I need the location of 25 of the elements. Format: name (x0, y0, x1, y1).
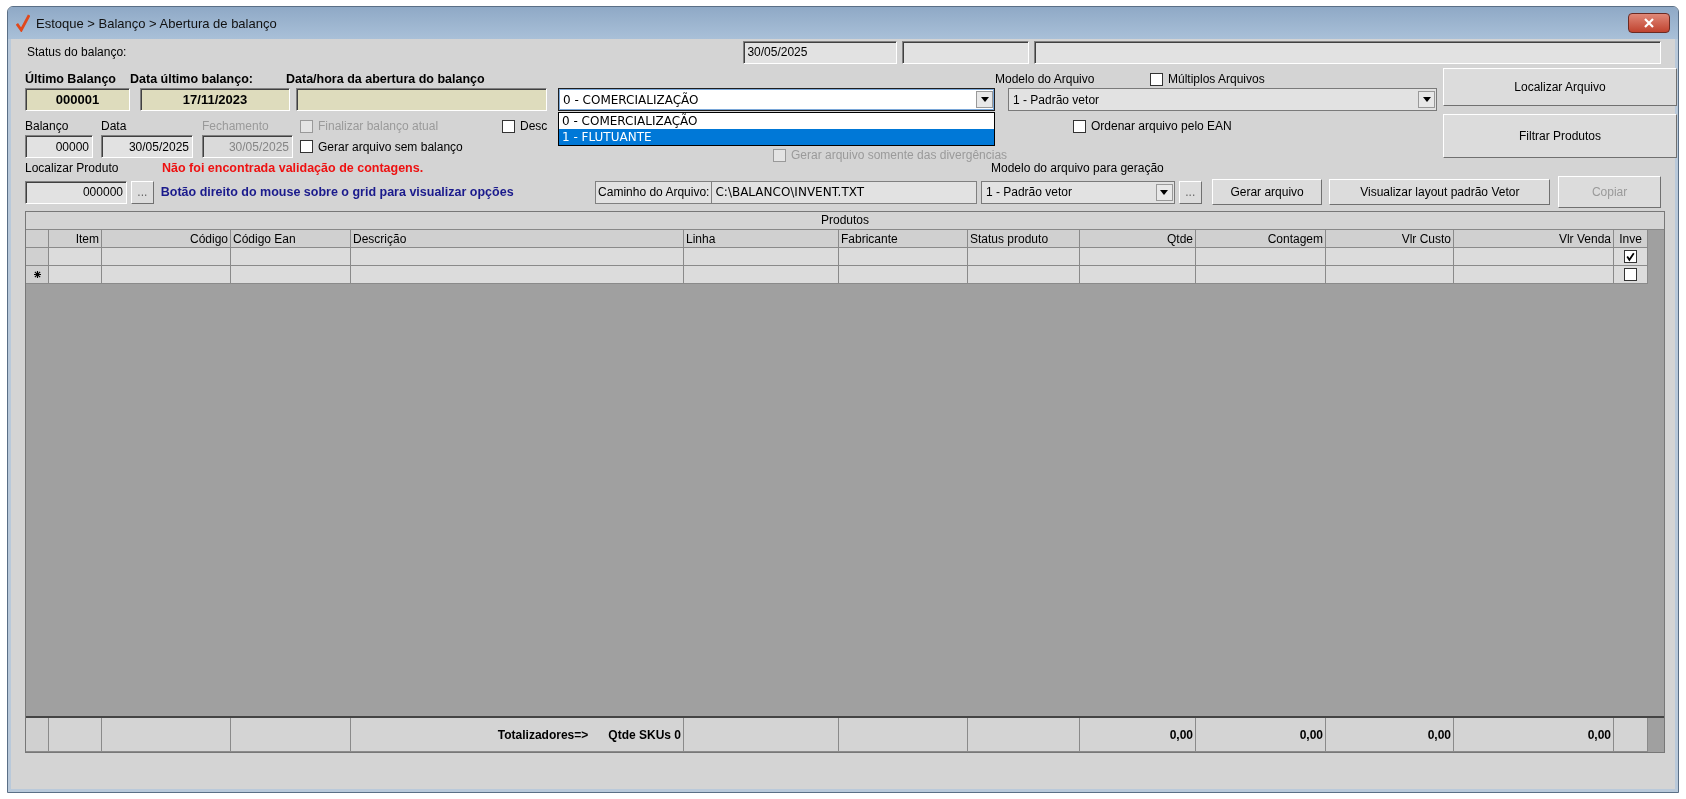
totals-label: Totalizadores=> (497, 727, 589, 742)
field-label: Data último balanço: (130, 72, 254, 86)
field-label: Modelo do arquivo para geração (991, 160, 1164, 175)
sku-count: Qtde SKUs 0 (608, 727, 681, 742)
file-path-value: C:\BALANCO\INVENT.TXT (714, 185, 865, 199)
field-label: Data (101, 119, 128, 133)
status-label: Status do balanço: (26, 45, 128, 59)
validation-message: Não foi encontrada validação de contagens. (162, 160, 425, 175)
field-label: Data/hora da abertura do balanço (286, 72, 486, 86)
total-cell: 0,00 (1196, 718, 1326, 752)
field-label: Caminho do Arquivo: (596, 181, 713, 203)
grid-title: Produtos (26, 212, 1664, 230)
total-cell: 0,00 (1454, 718, 1614, 752)
window-title: Estoque > Balanço > Abertura de balanço (36, 15, 277, 31)
field-label: Localizar Produto (25, 160, 120, 175)
field-label: Último Balanço (25, 72, 117, 86)
field-label: Modelo do Arquivo (995, 72, 1096, 86)
field-label: Fechamento (202, 119, 270, 133)
field-label: Balanço (25, 119, 70, 133)
total-cell: 0,00 (1326, 718, 1454, 752)
status-date-field: 30/05/2025 (743, 40, 897, 64)
total-cell: 0,00 (1080, 718, 1196, 752)
hint-message: Botão direito do mouse sobre o grid para visualizar opções (160, 185, 515, 199)
last-balance-date-field: 17/11/2023 (140, 88, 290, 111)
last-balance-field: 000001 (25, 88, 130, 111)
